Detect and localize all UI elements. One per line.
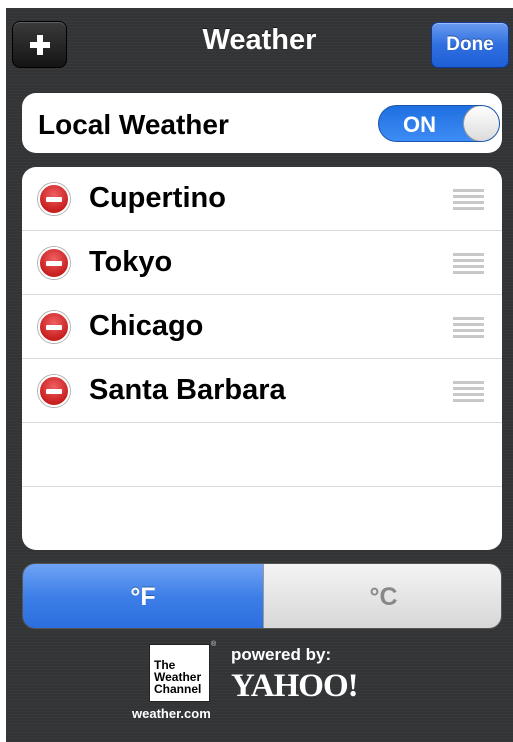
local-weather-label: Local Weather <box>38 109 229 140</box>
weather-com-link[interactable]: weather.com <box>132 706 211 721</box>
delete-icon[interactable] <box>38 375 70 407</box>
fahrenheit-segment[interactable]: °F <box>23 564 263 628</box>
reorder-handle-icon[interactable] <box>453 253 484 275</box>
city-name: Santa Barbara <box>89 374 286 406</box>
reorder-handle-icon[interactable] <box>453 189 484 211</box>
temperature-unit-control: °F °C <box>22 563 502 629</box>
local-weather-toggle[interactable]: ON <box>378 105 500 142</box>
powered-by-label: powered by: <box>231 645 332 664</box>
city-list: Cupertino Tokyo Chicago Santa Barbara <box>22 167 502 550</box>
city-name: Tokyo <box>89 246 173 278</box>
empty-row <box>22 487 502 550</box>
toggle-on-label: ON <box>403 112 436 137</box>
empty-row <box>22 423 502 487</box>
delete-icon[interactable] <box>38 247 70 279</box>
local-weather-row: Local Weather ON <box>22 93 502 153</box>
delete-icon[interactable] <box>38 311 70 343</box>
toggle-knob[interactable] <box>463 106 499 141</box>
celsius-segment[interactable]: °C <box>263 564 501 628</box>
yahoo-logo[interactable]: YAHOO! <box>231 668 359 705</box>
weather-channel-logo: The Weather Channel <box>149 644 210 702</box>
registered-mark: ® <box>211 641 217 648</box>
navigation-bar: Weather Done <box>6 8 513 82</box>
reorder-handle-icon[interactable] <box>453 317 484 339</box>
city-name: Cupertino <box>89 182 226 214</box>
city-row-cupertino: Cupertino <box>22 167 502 231</box>
city-row-tokyo: Tokyo <box>22 231 502 295</box>
weather-settings-screen: Weather Done Local Weather ON Cupertino … <box>6 8 513 742</box>
reorder-handle-icon[interactable] <box>453 381 484 403</box>
city-row-santa-barbara: Santa Barbara <box>22 359 502 423</box>
done-button[interactable]: Done <box>431 22 509 68</box>
city-name: Chicago <box>89 310 204 342</box>
twc-logo-line: Channel <box>154 682 202 696</box>
city-row-chicago: Chicago <box>22 295 502 359</box>
delete-icon[interactable] <box>38 183 70 215</box>
